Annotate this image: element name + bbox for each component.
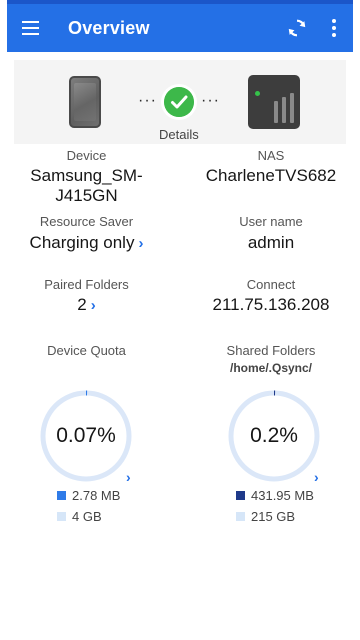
nas-name: CharleneTVS682 bbox=[205, 166, 337, 185]
shared-folders-label: Shared Folders bbox=[226, 343, 316, 358]
nas-total-legend: 215 GB bbox=[236, 509, 295, 524]
connect-label: Connect bbox=[246, 277, 296, 292]
device-quota-percent: 0.07% bbox=[56, 424, 116, 447]
chevron-right-icon: › bbox=[90, 297, 96, 314]
legend-swatch bbox=[57, 512, 66, 521]
connection-dots-left: ··· bbox=[138, 92, 157, 109]
device-name: Samsung_SM- J415GN bbox=[30, 166, 143, 205]
paired-folders-label: Paired Folders bbox=[44, 277, 129, 292]
nas-used-legend: 431.95 MB bbox=[236, 488, 314, 503]
device-quota-label: Device Quota bbox=[47, 343, 126, 358]
legend-swatch bbox=[57, 491, 66, 500]
nas-device-image bbox=[248, 75, 300, 129]
resource-saver-label: Resource Saver bbox=[39, 214, 134, 229]
resource-saver-value[interactable]: Charging only › bbox=[14, 233, 159, 254]
user-name-label: User name bbox=[239, 214, 303, 229]
shared-folders-percent: 0.2% bbox=[250, 424, 298, 447]
user-name-value: admin bbox=[247, 233, 295, 252]
legend-swatch bbox=[236, 512, 245, 521]
details-link[interactable]: Details bbox=[159, 127, 199, 142]
connection-dots-right: ··· bbox=[201, 92, 220, 109]
app-bar: Overview bbox=[7, 4, 353, 52]
screen-edge-right bbox=[353, 0, 360, 640]
page-title: Overview bbox=[68, 18, 150, 38]
paired-folders-value[interactable]: 2 › bbox=[14, 295, 159, 316]
more-vert-icon[interactable] bbox=[329, 17, 339, 39]
connect-address: 211.75.136.208 bbox=[212, 295, 330, 314]
device-total-legend: 4 GB bbox=[57, 509, 102, 524]
chevron-right-icon[interactable]: › bbox=[126, 469, 131, 485]
nas-label: NAS bbox=[257, 148, 285, 163]
device-label: Device bbox=[66, 148, 107, 163]
shared-folders-path: /home/.Qsync/ bbox=[229, 361, 313, 375]
device-used-legend: 2.78 MB bbox=[57, 488, 120, 503]
sync-summary-card: ··· ··· Details bbox=[14, 60, 346, 144]
check-circle-icon bbox=[164, 87, 194, 117]
chevron-right-icon: › bbox=[138, 235, 144, 252]
sync-icon[interactable] bbox=[286, 17, 308, 39]
phone-device-image bbox=[69, 76, 101, 128]
chevron-right-icon[interactable]: › bbox=[314, 469, 319, 485]
hamburger-menu-icon[interactable] bbox=[21, 18, 41, 38]
legend-swatch bbox=[236, 491, 245, 500]
screen-edge-left bbox=[0, 0, 7, 640]
